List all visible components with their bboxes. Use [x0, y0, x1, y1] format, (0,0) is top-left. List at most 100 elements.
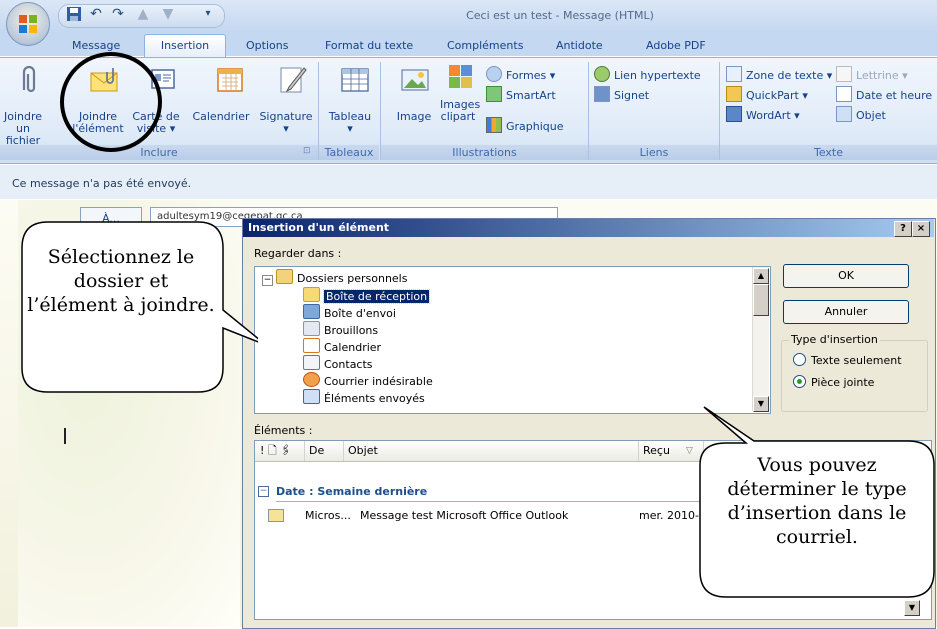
tableau-button[interactable]: Tableau ▾	[324, 64, 376, 135]
scroll-up-icon[interactable]: ▲	[753, 268, 769, 284]
column-de[interactable]: De	[305, 441, 344, 461]
tree-item-courrier-indesirable[interactable]: Courrier indésirable	[303, 372, 433, 388]
objet-button[interactable]: Objet	[836, 106, 886, 124]
text-cursor	[64, 428, 66, 444]
tree-item-label: Calendrier	[324, 341, 382, 354]
radio-piece-label: Pièce jointe	[811, 376, 875, 389]
outbox-icon	[303, 304, 320, 319]
tab-complements[interactable]: Compléments	[447, 36, 523, 56]
group-label-liens: Liens	[589, 145, 719, 160]
ok-button[interactable]: OK	[783, 264, 909, 288]
tree-root-label: Dossiers personnels	[297, 272, 408, 285]
zone-texte-label: Zone de texte ▾	[746, 69, 833, 82]
office-button[interactable]	[6, 2, 50, 46]
callout-left: Sélectionnez le dossier et l’élément à j…	[27, 246, 215, 316]
tree-item-brouillons[interactable]: Brouillons	[303, 321, 378, 337]
tree-item-label: Brouillons	[324, 324, 379, 337]
tree-item-contacts[interactable]: Contacts	[303, 355, 373, 371]
row-de: Micros...	[305, 509, 351, 522]
wordart-button[interactable]: WordArt ▾	[726, 106, 800, 124]
radio-texte-seulement[interactable]: Texte seulement	[793, 353, 902, 367]
tab-adobe-pdf[interactable]: Adobe PDF	[646, 36, 706, 56]
tree-item-elements-envoyes[interactable]: Éléments envoyés	[303, 389, 425, 405]
scroll-thumb[interactable]	[753, 284, 769, 316]
hyperlink-icon	[594, 66, 610, 82]
signet-button[interactable]: Signet	[594, 86, 649, 104]
group-header: Date : Semaine dernière	[276, 485, 428, 498]
date-heure-button[interactable]: Date et heure	[836, 86, 932, 104]
formes-button[interactable]: Formes ▾	[486, 66, 555, 84]
save-icon[interactable]	[66, 6, 82, 22]
signature-button[interactable]: Signature ▾	[256, 64, 316, 135]
tab-antidote[interactable]: Antidote	[556, 36, 603, 56]
tab-insertion[interactable]: Insertion	[144, 34, 226, 59]
signature-dropdown-icon: ▾	[283, 122, 289, 135]
collapse-icon[interactable]: −	[262, 275, 273, 286]
bookmark-icon	[594, 86, 610, 102]
quickpart-icon	[726, 86, 742, 102]
personal-folders-icon	[276, 269, 293, 284]
office-logo-icon	[19, 15, 37, 33]
previous-item-icon[interactable]: ▲	[135, 6, 151, 22]
quickpart-button[interactable]: QuickPart ▾	[726, 86, 808, 104]
date-heure-label: Date et heure	[856, 89, 933, 102]
tree-root[interactable]: − Dossiers personnels	[262, 269, 408, 286]
row-recu: mer. 2010-	[639, 509, 699, 522]
object-icon	[836, 106, 852, 122]
column-flags[interactable]: ! 🗋 🖇	[256, 441, 305, 461]
radio-texte-label: Texte seulement	[811, 354, 902, 367]
elements-label: Éléments :	[254, 424, 313, 437]
next-item-icon[interactable]: ▼	[160, 6, 176, 22]
smartart-button[interactable]: SmartArt	[486, 86, 556, 104]
callout-right: Vous pouvez déterminer le type d’inserti…	[727, 454, 907, 548]
tab-format-texte[interactable]: Format du texte	[325, 36, 413, 56]
joindre-fichier-button[interactable]: Joindre un fichier	[0, 64, 48, 147]
graphique-label: Graphique	[506, 120, 564, 133]
lettrine-button[interactable]: Lettrine ▾	[836, 66, 908, 84]
lien-hypertexte-button[interactable]: Lien hypertexte	[594, 66, 701, 84]
radio-piece-jointe[interactable]: Pièce jointe	[793, 375, 874, 389]
lettrine-label: Lettrine ▾	[856, 69, 908, 82]
close-button[interactable]: ×	[912, 221, 930, 237]
undo-icon[interactable]: ↶	[88, 6, 104, 22]
images-clipart-label-2: clipart	[440, 110, 476, 123]
signature-icon	[280, 67, 307, 93]
contacts-icon	[303, 355, 320, 370]
tree-item-calendrier[interactable]: Calendrier	[303, 338, 381, 354]
clipart-icon	[448, 65, 472, 88]
tree-item-boite-envoi[interactable]: Boîte d'envoi	[303, 304, 396, 320]
image-button[interactable]: Image	[396, 64, 432, 123]
calendar-icon	[216, 68, 243, 92]
group-label-illustrations: Illustrations	[381, 145, 588, 160]
tree-item-boite-reception[interactable]: Boîte de réception	[303, 287, 431, 304]
help-button[interactable]: ?	[894, 221, 912, 237]
tree-item-label: Boîte de réception	[322, 289, 431, 304]
tree-item-label: Éléments envoyés	[324, 392, 425, 405]
drafts-icon	[303, 321, 320, 336]
regarder-dans-label: Regarder dans :	[254, 247, 342, 260]
table-icon	[341, 68, 369, 92]
row-objet: Message test Microsoft Office Outlook	[360, 509, 569, 522]
dialog-launcher-icon[interactable]: ⊡	[303, 146, 311, 156]
scroll-down-icon[interactable]: ▼	[904, 600, 920, 616]
formes-label: Formes ▾	[506, 69, 556, 82]
customize-qat-icon[interactable]: ▾	[200, 6, 216, 22]
redo-icon[interactable]: ↷	[110, 6, 126, 22]
smartart-icon	[486, 86, 502, 102]
wordart-icon	[726, 106, 742, 122]
highlight-circle	[60, 52, 162, 152]
column-recu[interactable]: Reçu	[639, 441, 704, 461]
graphique-button[interactable]: Graphique	[486, 117, 564, 135]
column-objet[interactable]: Objet	[344, 441, 639, 461]
calendrier-button[interactable]: Calendrier	[188, 64, 254, 123]
annuler-button[interactable]: Annuler	[783, 300, 909, 324]
chart-icon	[486, 117, 502, 133]
collapse-group-icon[interactable]: −	[258, 486, 269, 497]
images-clipart-button[interactable]: Images clipart	[440, 64, 480, 123]
tab-options[interactable]: Options	[246, 36, 288, 56]
zone-texte-button[interactable]: Zone de texte ▾	[726, 66, 832, 84]
group-label-inclure: Inclure	[0, 145, 318, 160]
lien-hypertexte-label: Lien hypertexte	[614, 69, 701, 82]
sort-icon: ▽	[686, 446, 693, 456]
inbox-icon	[303, 287, 320, 302]
